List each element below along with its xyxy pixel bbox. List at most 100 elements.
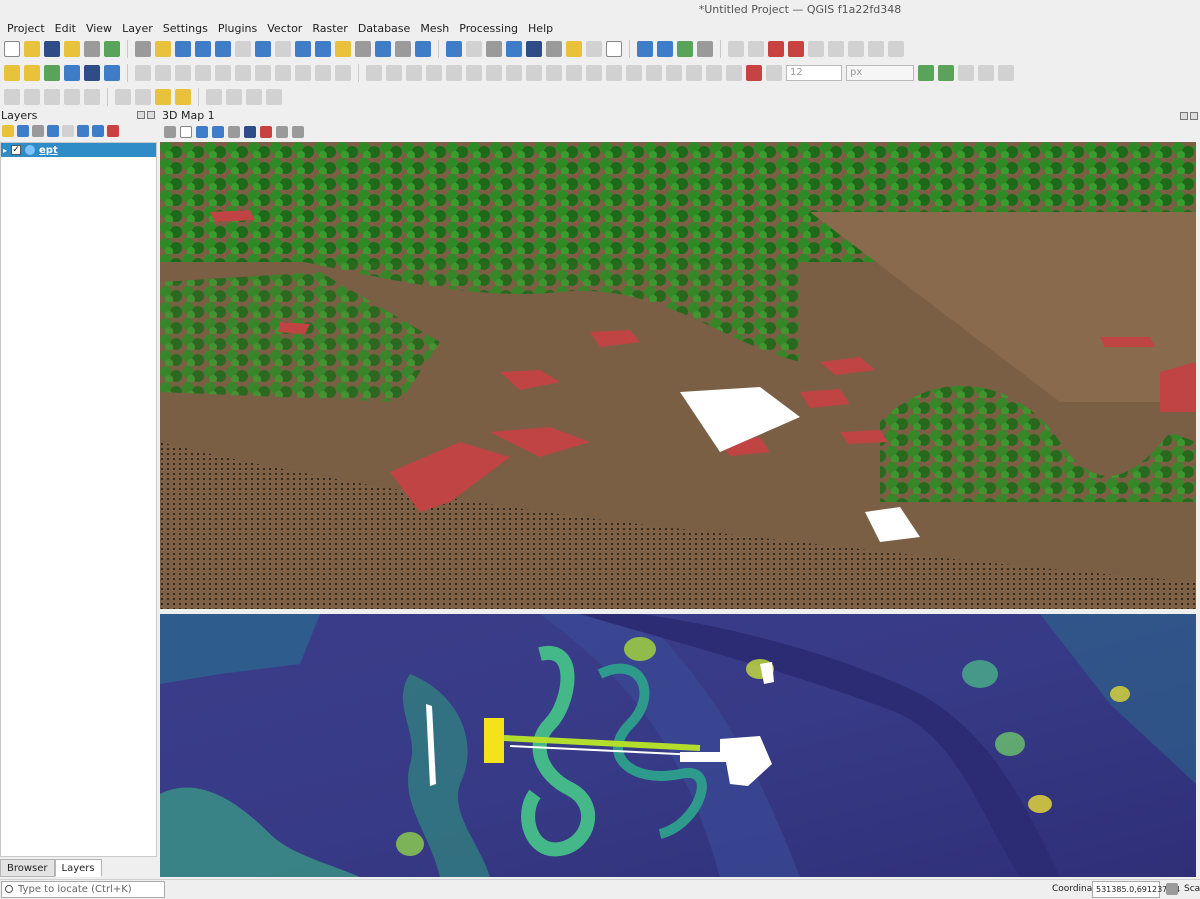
move-feature-icon[interactable]: [386, 65, 402, 81]
undo-icon[interactable]: [657, 41, 673, 57]
delete-ring-icon[interactable]: [526, 65, 542, 81]
digitize-icon[interactable]: [195, 65, 211, 81]
quickmapservices-icon[interactable]: [677, 41, 693, 57]
map3d-canvas[interactable]: [160, 142, 1196, 609]
toggle-extents-icon[interactable]: [1166, 883, 1178, 895]
label-tool-icon[interactable]: [206, 89, 222, 105]
float-panel-icon[interactable]: [137, 111, 145, 119]
data-source-manager-icon[interactable]: [4, 65, 20, 81]
options-3d-icon[interactable]: [292, 126, 304, 138]
layout-manager-icon[interactable]: [84, 41, 100, 57]
python-console-icon[interactable]: [637, 41, 653, 57]
select-by-value-icon[interactable]: [135, 89, 151, 105]
label-pin-icon[interactable]: [768, 41, 784, 57]
field-calculator-icon[interactable]: [486, 41, 502, 57]
text-annotation-icon[interactable]: [606, 41, 622, 57]
snapping-unit-select[interactable]: px: [846, 65, 914, 81]
delete-selected-icon[interactable]: [235, 65, 251, 81]
offset-curve-icon[interactable]: [586, 65, 602, 81]
expand-arrow-icon[interactable]: ▸: [1, 146, 9, 155]
new-project-icon[interactable]: [4, 41, 20, 57]
split-parts-icon[interactable]: [666, 65, 682, 81]
add-rectangle-icon[interactable]: [64, 89, 80, 105]
toggle-on-screen-nav-icon[interactable]: [196, 126, 208, 138]
tab-layers[interactable]: Layers: [54, 859, 102, 877]
pan-hand-icon[interactable]: [135, 41, 151, 57]
elevation-2d-canvas[interactable]: [160, 614, 1196, 877]
manage-map-themes-icon[interactable]: [32, 125, 44, 137]
snapping-magnet-icon[interactable]: [746, 65, 762, 81]
label-tool-change-icon[interactable]: [266, 89, 282, 105]
new-geopackage-layer-icon[interactable]: [24, 65, 40, 81]
add-vector-layer-icon[interactable]: [44, 65, 60, 81]
processing-toolbox-icon[interactable]: [506, 41, 522, 57]
add-virtual-layer-icon[interactable]: [104, 65, 120, 81]
new-print-layout-icon[interactable]: [64, 41, 80, 57]
menu-view[interactable]: View: [81, 20, 117, 38]
advanced-digitizing-icon[interactable]: [366, 65, 382, 81]
layer-visibility-checkbox[interactable]: ✓: [11, 145, 21, 155]
reshape-features-icon[interactable]: [566, 65, 582, 81]
tab-browser[interactable]: Browser: [0, 859, 55, 877]
refresh-icon[interactable]: [415, 41, 431, 57]
zoom-next-icon[interactable]: [315, 41, 331, 57]
layer-name[interactable]: ept: [39, 145, 58, 156]
zoom-selection-icon[interactable]: [235, 41, 251, 57]
open-attribute-table-icon[interactable]: [466, 41, 482, 57]
zoom-native-icon[interactable]: [275, 41, 291, 57]
select-by-area-icon[interactable]: [115, 89, 131, 105]
reverse-line-icon[interactable]: [606, 65, 622, 81]
add-raster-layer-icon[interactable]: [64, 65, 80, 81]
show-bookmarks-icon[interactable]: [375, 41, 391, 57]
label-rotate-icon[interactable]: [828, 41, 844, 57]
save-edits-icon[interactable]: [175, 65, 191, 81]
select-location-icon[interactable]: [175, 89, 191, 105]
merge-features-icon[interactable]: [686, 65, 702, 81]
self-snapping-icon[interactable]: [958, 65, 974, 81]
label-tool-rotate-icon[interactable]: [246, 89, 262, 105]
select-features-icon[interactable]: [586, 41, 602, 57]
add-circular-string-icon[interactable]: [4, 89, 20, 105]
identify-features-icon[interactable]: [446, 41, 462, 57]
temporal-controller-icon[interactable]: [395, 41, 411, 57]
snap-intersection-icon[interactable]: [978, 65, 994, 81]
measure-line-icon[interactable]: [546, 41, 562, 57]
label-change-icon[interactable]: [848, 41, 864, 57]
expand-all-icon[interactable]: [77, 125, 89, 137]
delete-part-icon[interactable]: [546, 65, 562, 81]
float-panel-icon[interactable]: [1180, 112, 1188, 120]
zoom-out-icon[interactable]: [195, 41, 211, 57]
zoom-last-icon[interactable]: [295, 41, 311, 57]
menu-help[interactable]: Help: [523, 20, 558, 38]
locator-search-input[interactable]: Type to locate (Ctrl+K): [1, 881, 165, 898]
map-tips-icon[interactable]: [566, 41, 582, 57]
scale-feature-icon[interactable]: [426, 65, 442, 81]
annotation-tool-icon[interactable]: [728, 41, 744, 57]
zoom-full-3d-icon[interactable]: [180, 126, 192, 138]
measure-3d-icon[interactable]: [228, 126, 240, 138]
label-diagram-icon[interactable]: [868, 41, 884, 57]
tracing-icon[interactable]: [918, 65, 934, 81]
add-regular-polygon-icon[interactable]: [84, 89, 100, 105]
rotate-point-symbols-icon[interactable]: [726, 65, 742, 81]
deselect-all-icon[interactable]: [155, 89, 171, 105]
add-ring-icon[interactable]: [466, 65, 482, 81]
menu-plugins[interactable]: Plugins: [213, 20, 262, 38]
copy-features-icon[interactable]: [275, 65, 291, 81]
menu-mesh[interactable]: Mesh: [415, 20, 454, 38]
menu-processing[interactable]: Processing: [454, 20, 523, 38]
bookmark-icon[interactable]: [355, 41, 371, 57]
zoom-in-icon[interactable]: [175, 41, 191, 57]
label-show-hide-icon[interactable]: [788, 41, 804, 57]
add-ellipse-icon[interactable]: [44, 89, 60, 105]
vertex-tool-icon[interactable]: [215, 65, 231, 81]
add-part-icon[interactable]: [486, 65, 502, 81]
map-themes-icon[interactable]: [276, 126, 288, 138]
style-manager-icon[interactable]: [104, 41, 120, 57]
fill-ring-icon[interactable]: [506, 65, 522, 81]
camera-control-icon[interactable]: [164, 126, 176, 138]
label-tool-move-icon[interactable]: [226, 89, 242, 105]
zoom-layer-icon[interactable]: [255, 41, 271, 57]
avoid-overlap-icon[interactable]: [998, 65, 1014, 81]
redo-edit-icon[interactable]: [335, 65, 351, 81]
